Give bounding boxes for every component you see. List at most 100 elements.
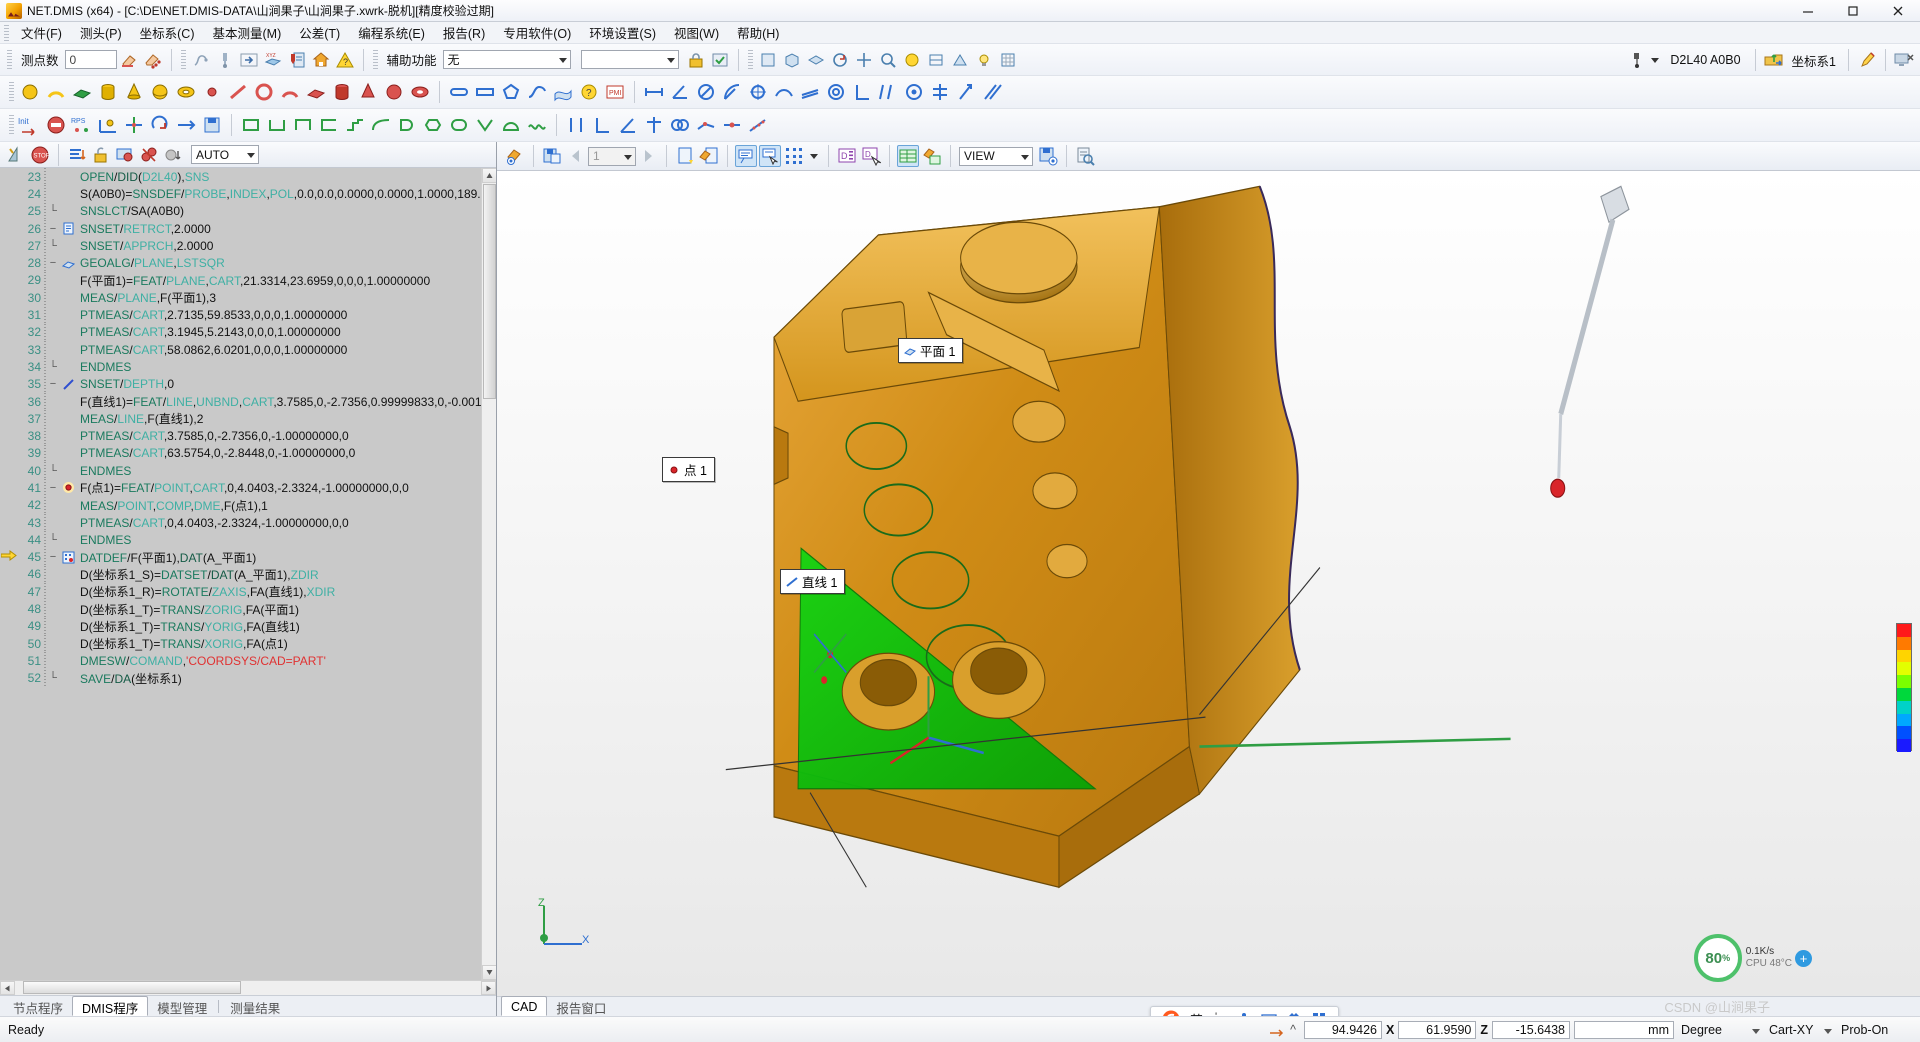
code-line[interactable]: 49 D(坐标系1_T)=TRANS/YORIG,FA(直线1): [0, 617, 481, 635]
probe-path-icon[interactable]: [190, 49, 212, 71]
paint-eye-icon[interactable]: [504, 145, 526, 167]
code-line[interactable]: 31 PTMEAS/CART,2.7135,59.8533,0,0,0,1.000…: [0, 306, 481, 324]
menu-view[interactable]: 视图(W): [665, 21, 728, 44]
code-line[interactable]: 41− F(点1)=FEAT/POINT,CART,0,4.0403,-2.332…: [0, 479, 481, 497]
net-expand-button[interactable]: +: [1795, 949, 1812, 967]
code-line[interactable]: 51 DMESW/COMAND,'COORDSYS/CAD=PART': [0, 652, 481, 670]
unlock-icon[interactable]: [90, 144, 112, 166]
code-line[interactable]: 39 PTMEAS/CART,63.5754,0,-2.8448,0,-1.000…: [0, 444, 481, 462]
menu-file[interactable]: 文件(F): [12, 21, 71, 44]
code-line[interactable]: 35− SNSET/DEPTH,0: [0, 375, 481, 393]
surface-icon[interactable]: [551, 79, 575, 105]
paint-page-icon[interactable]: [698, 145, 720, 167]
torus-red-icon[interactable]: [408, 79, 432, 105]
code-line[interactable]: 33 PTMEAS/CART,58.0862,6.0201,0,0,0,1.000…: [0, 341, 481, 359]
program-tabs[interactable]: 节点程序 DMIS程序 模型管理 测量结果: [0, 995, 496, 1016]
view-shade-icon[interactable]: [901, 49, 923, 71]
box-d-icon[interactable]: [395, 112, 419, 138]
dim-linear-icon[interactable]: [642, 79, 666, 105]
point-count-input[interactable]: [64, 50, 117, 69]
arc-red-icon[interactable]: [278, 79, 302, 105]
window-ball-icon[interactable]: [114, 144, 136, 166]
view-section-icon[interactable]: [949, 49, 971, 71]
rps-icon[interactable]: RPS: [70, 112, 94, 138]
code-line[interactable]: 46 D(坐标系1_S)=DATSET/DAT(A_平面1),ZDIR: [0, 565, 481, 583]
stop-red-icon[interactable]: [44, 112, 68, 138]
menu-coordsys[interactable]: 坐标系(C): [131, 21, 204, 44]
menu-basic-measure[interactable]: 基本测量(M): [204, 21, 291, 44]
curve-icon[interactable]: [525, 79, 549, 105]
cad-label-line[interactable]: 直线 1: [780, 569, 846, 594]
menu-tolerance[interactable]: 公差(T): [290, 21, 349, 44]
fold-toggle[interactable]: −: [46, 378, 60, 390]
pencil-icon[interactable]: [1856, 49, 1878, 71]
align-icon[interactable]: [96, 112, 120, 138]
aux-function-combo[interactable]: 无: [442, 50, 571, 69]
fold-toggle[interactable]: −: [46, 223, 60, 235]
dim-radius-icon[interactable]: [720, 79, 744, 105]
hscroll-track[interactable]: [15, 981, 481, 995]
intersect-icon[interactable]: [668, 112, 692, 138]
code-line[interactable]: 50 D(坐标系1_T)=TRANS/XORIG,FA(点1): [0, 635, 481, 653]
dim-icon[interactable]: D: [836, 145, 858, 167]
code-line[interactable]: 32 PTMEAS/CART,3.1945,5.2143,0,0,0,1.0000…: [0, 323, 481, 341]
view-grid-icon[interactable]: [997, 49, 1019, 71]
cad-label-plane[interactable]: 平面 1: [898, 338, 964, 363]
run-icon[interactable]: [5, 144, 27, 166]
view-iso-icon[interactable]: [781, 49, 803, 71]
vscroll-thumb[interactable]: [483, 184, 496, 399]
view-wire-icon[interactable]: [925, 49, 947, 71]
rotate-axis-icon[interactable]: [148, 112, 172, 138]
box-round-icon[interactable]: [447, 112, 471, 138]
tab-cad[interactable]: CAD: [501, 996, 548, 1016]
cylinder-icon[interactable]: [96, 79, 120, 105]
dim-angle-icon[interactable]: [668, 79, 692, 105]
box-v-icon[interactable]: [473, 112, 497, 138]
angle2-icon[interactable]: [616, 112, 640, 138]
torus-icon[interactable]: [174, 79, 198, 105]
stop-icon[interactable]: STOP: [29, 144, 51, 166]
tab-report-window[interactable]: 报告窗口: [547, 996, 615, 1016]
mid-icon[interactable]: [720, 112, 744, 138]
code-line[interactable]: 45− DATDEF/F(平面1),DAT(A_平面1): [0, 548, 481, 566]
slot-icon[interactable]: [447, 79, 471, 105]
code-line[interactable]: 34 └ ENDMES: [0, 358, 481, 376]
sphere-icon[interactable]: [148, 79, 172, 105]
maximize-button[interactable]: [1830, 0, 1875, 22]
scroll-left-icon[interactable]: [0, 981, 15, 995]
scroll-right-icon[interactable]: [481, 981, 496, 995]
arc-icon[interactable]: [44, 79, 68, 105]
dim-pick-icon[interactable]: D: [860, 145, 882, 167]
dim-flat-icon[interactable]: [798, 79, 822, 105]
code-line[interactable]: 36 F(直线1)=FEAT/LINE,UNBND,CART,3.7585,0,-…: [0, 393, 481, 410]
save-copy-icon[interactable]: [541, 145, 563, 167]
sym2-icon[interactable]: [642, 112, 666, 138]
code-line[interactable]: 38 PTMEAS/CART,3.7585,0,-2.7356,0,-1.0000…: [0, 427, 481, 445]
dim-parallel-icon[interactable]: [876, 79, 900, 105]
code-line[interactable]: 24 S(A0B0)=SNSDEF/PROBE,INDEX,POL,0.0,0.0…: [0, 185, 481, 203]
fold-toggle[interactable]: └: [46, 205, 60, 217]
arrow-right-icon[interactable]: [238, 49, 260, 71]
code-vertical-scrollbar[interactable]: [481, 168, 496, 980]
dim-runout-icon[interactable]: [954, 79, 978, 105]
dim-dia-icon[interactable]: [694, 79, 718, 105]
polygon-icon[interactable]: [499, 79, 523, 105]
network-monitor-widget[interactable]: 80% 0.1K/s CPU 48°C +: [1693, 934, 1812, 982]
minimize-button[interactable]: [1785, 0, 1830, 22]
fold-toggle[interactable]: └: [46, 240, 60, 252]
dmis-code-editor[interactable]: 23 OPEN/DID(D2L40),SNS 24 S(A0B0)=SNSDEF/PR…: [0, 168, 496, 980]
scroll-down-icon[interactable]: [482, 965, 496, 980]
project-icon[interactable]: [694, 112, 718, 138]
code-line[interactable]: 42 MEAS/POINT,COMP,DME,F(点1),1: [0, 496, 481, 514]
save-view-icon[interactable]: [1037, 145, 1059, 167]
view-mode-combo[interactable]: VIEW: [959, 146, 1033, 166]
menu-environment[interactable]: 环境设置(S): [580, 21, 665, 44]
step-list-icon[interactable]: [66, 144, 88, 166]
box-n-icon[interactable]: [291, 112, 315, 138]
fold-toggle[interactable]: └: [46, 534, 60, 546]
code-line[interactable]: 28− GEOALG/PLANE,LSTSQR: [0, 254, 481, 272]
view-pan-icon[interactable]: [853, 49, 875, 71]
circle-red-icon[interactable]: [252, 79, 276, 105]
label-pick-icon[interactable]: [759, 145, 781, 167]
cad-viewport[interactable]: 平面 1 点 1 直线 1 Z X 80 % 0.1K/s CPU 48°C +: [497, 171, 1920, 996]
